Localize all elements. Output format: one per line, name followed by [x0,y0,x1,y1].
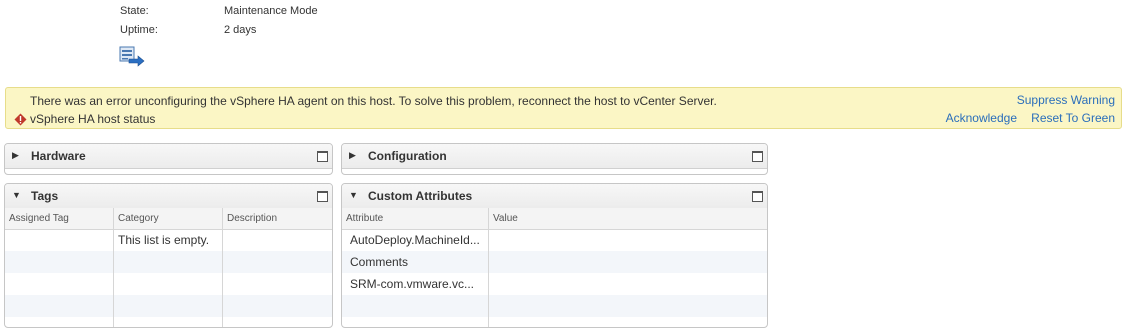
uptime-label: Uptime: [120,24,158,36]
table-row [5,251,332,273]
table-row [5,295,332,317]
column-header-category[interactable]: Category [114,208,223,229]
acknowledge-link[interactable]: Acknowledge [946,111,1017,125]
empty-list-text: This list is empty. [118,233,210,247]
alert-message: There was an error unconfiguring the vSp… [30,94,717,108]
attributes-grid-header: Attribute Value [342,208,767,230]
table-row[interactable]: SRM-com.vmware.vc... [342,273,767,295]
column-divider [222,229,223,327]
tags-portlet-header[interactable]: ▼ Tags [5,184,332,209]
custom-attributes-title: Custom Attributes [368,189,473,203]
value-cell[interactable] [489,251,767,273]
alert-status: vSphere HA host status [30,112,156,126]
configuration-portlet: ▶ Configuration [341,143,768,175]
table-row[interactable]: AutoDeploy.MachineId... [342,229,767,251]
maximize-icon[interactable] [317,191,328,202]
column-header-attribute[interactable]: Attribute [342,208,489,229]
value-cell[interactable] [489,229,767,251]
column-header-description[interactable]: Description [223,208,332,229]
tags-title: Tags [31,189,59,203]
suppress-warning-link[interactable]: Suppress Warning [1017,93,1115,107]
maximize-icon[interactable] [317,151,328,162]
table-row [5,273,332,295]
attribute-cell: Comments [350,255,409,269]
column-divider [488,229,489,327]
state-value: Maintenance Mode [224,5,318,17]
value-cell[interactable] [489,273,767,295]
uptime-value: 2 days [224,24,257,36]
attribute-cell: AutoDeploy.MachineId... [350,233,480,247]
error-icon [14,113,27,126]
table-row[interactable]: Comments [342,251,767,273]
configuration-portlet-header[interactable]: ▶ Configuration [342,144,767,169]
hardware-portlet-header[interactable]: ▶ Hardware [5,144,332,169]
host-migrate-icon [118,44,146,68]
column-divider [113,229,114,327]
expand-arrow-icon[interactable]: ▶ [12,150,19,161]
configuration-title: Configuration [368,149,447,163]
column-header-value[interactable]: Value [489,208,767,229]
expand-arrow-icon[interactable]: ▶ [349,150,356,161]
collapse-arrow-icon[interactable]: ▼ [12,190,21,200]
table-row [342,295,767,317]
hardware-title: Hardware [31,149,86,163]
table-row: This list is empty. [5,229,332,251]
tags-grid-header: Assigned Tag Category Description [5,208,332,230]
custom-attributes-portlet: ▼ Custom Attributes Attribute Value Auto… [341,183,768,328]
tags-portlet: ▼ Tags Assigned Tag Category Description… [4,183,333,328]
state-label: State: [120,5,149,17]
ha-warning-banner: There was an error unconfiguring the vSp… [5,87,1122,129]
custom-attributes-portlet-header[interactable]: ▼ Custom Attributes [342,184,767,209]
collapse-arrow-icon[interactable]: ▼ [349,190,358,200]
column-header-assigned-tag[interactable]: Assigned Tag [5,208,114,229]
reset-to-green-link[interactable]: Reset To Green [1031,111,1115,125]
hardware-portlet: ▶ Hardware [4,143,333,175]
maximize-icon[interactable] [752,191,763,202]
maximize-icon[interactable] [752,151,763,162]
attribute-cell: SRM-com.vmware.vc... [350,277,475,291]
